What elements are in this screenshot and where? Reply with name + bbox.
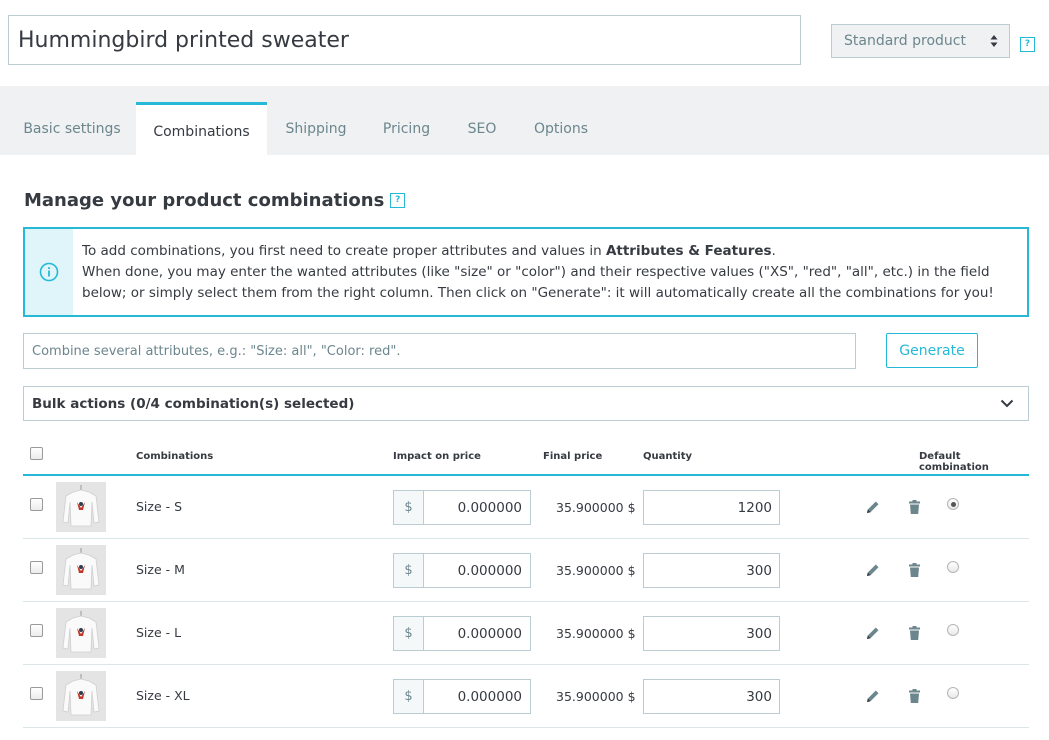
default-combination-radio[interactable] <box>947 687 959 699</box>
info-line1-suffix: . <box>771 243 776 259</box>
tab-options[interactable]: Options <box>516 102 606 155</box>
generate-button[interactable]: Generate <box>886 333 978 368</box>
combine-placeholder: Combine several attributes, e.g.: "Size:… <box>32 343 401 359</box>
bulk-actions-label: Bulk actions (0/4 combination(s) selecte… <box>32 395 355 412</box>
row-checkbox[interactable] <box>30 687 43 700</box>
quantity-input[interactable]: 300 <box>643 679 780 714</box>
table-row: Size - M $ 0.000000 35.900000 $ 300 <box>23 539 1029 602</box>
select-all-checkbox[interactable] <box>30 447 43 460</box>
info-alert: To add combinations, you first need to c… <box>23 227 1029 317</box>
info-line2: When done, you may enter the wanted attr… <box>82 264 994 301</box>
product-thumbnail <box>56 545 106 595</box>
final-price: 35.900000 $ <box>556 689 636 704</box>
tab-basic-settings[interactable]: Basic settings <box>8 102 136 155</box>
row-checkbox[interactable] <box>30 624 43 637</box>
impact-value: 0.000000 <box>457 625 522 642</box>
product-header: Hummingbird printed sweater Standard pro… <box>0 0 1049 86</box>
impact-value: 0.000000 <box>457 562 522 579</box>
impact-price-input[interactable]: $ 0.000000 <box>393 553 531 588</box>
info-icon <box>39 262 59 282</box>
quantity-input[interactable]: 300 <box>643 616 780 651</box>
trash-icon[interactable] <box>909 626 920 640</box>
table-header: Combinations Impact on price Final price… <box>23 438 1029 476</box>
tab-shipping[interactable]: Shipping <box>267 102 365 155</box>
product-type-value: Standard product <box>844 33 966 49</box>
section-help-icon[interactable]: ? <box>390 193 406 208</box>
currency-addon: $ <box>394 617 424 650</box>
product-thumbnail <box>56 608 106 658</box>
bulk-actions-toggle[interactable]: Bulk actions (0/4 combination(s) selecte… <box>23 386 1029 421</box>
default-combination-radio[interactable] <box>947 561 959 573</box>
quantity-input[interactable]: 300 <box>643 553 780 588</box>
table-row: Size - XL $ 0.000000 35.900000 $ 300 <box>23 665 1029 728</box>
tab-combinations[interactable]: Combinations <box>136 102 267 155</box>
header-combinations: Combinations <box>136 451 214 462</box>
default-combination-radio[interactable] <box>947 498 959 510</box>
table-row: Size - L $ 0.000000 35.900000 $ 300 <box>23 602 1029 665</box>
tab-pricing[interactable]: Pricing <box>365 102 448 155</box>
product-name-input[interactable]: Hummingbird printed sweater <box>8 15 801 65</box>
product-thumbnail <box>56 482 106 532</box>
impact-value: 0.000000 <box>457 688 522 705</box>
combine-attributes-input[interactable]: Combine several attributes, e.g.: "Size:… <box>23 333 856 369</box>
sweater-image <box>56 545 106 595</box>
product-thumbnail <box>56 671 106 721</box>
header-final-price: Final price <box>543 451 603 462</box>
header-quantity: Quantity <box>643 451 692 462</box>
tab-seo[interactable]: SEO <box>448 102 516 155</box>
impact-price-input[interactable]: $ 0.000000 <box>393 490 531 525</box>
trash-icon[interactable] <box>909 689 920 703</box>
final-price: 35.900000 $ <box>556 626 636 641</box>
header-default-combination: Default combination <box>919 451 989 473</box>
pencil-icon[interactable] <box>866 500 880 514</box>
tabs-bar: Basic settings Combinations Shipping Pri… <box>0 86 1049 155</box>
select-arrows-icon <box>990 35 998 47</box>
attributes-features-text: Attributes & Features <box>605 243 772 259</box>
info-message: To add combinations, you first need to c… <box>82 241 1017 304</box>
combination-name: Size - XL <box>136 688 190 703</box>
combination-name: Size - L <box>136 625 182 640</box>
info-line1-prefix: To add combinations, you first need to c… <box>82 243 606 259</box>
header-impact-on-price: Impact on price <box>393 451 481 462</box>
pencil-icon[interactable] <box>866 689 880 703</box>
trash-icon[interactable] <box>909 563 920 577</box>
sweater-image <box>56 671 106 721</box>
product-type-select[interactable]: Standard product <box>831 24 1010 58</box>
info-icon-column <box>25 229 73 315</box>
sweater-image <box>56 482 106 532</box>
final-price: 35.900000 $ <box>556 563 636 578</box>
combination-name: Size - S <box>136 499 183 514</box>
table-row: Size - S $ 0.000000 35.900000 $ 1200 <box>23 476 1029 539</box>
combination-name: Size - M <box>136 562 185 577</box>
section-title-text: Manage your product combinations <box>24 190 385 211</box>
currency-addon: $ <box>394 680 424 713</box>
impact-price-input[interactable]: $ 0.000000 <box>393 679 531 714</box>
row-checkbox[interactable] <box>30 498 43 511</box>
currency-addon: $ <box>394 554 424 587</box>
chevron-down-icon <box>1000 399 1014 408</box>
currency-addon: $ <box>394 491 424 524</box>
pencil-icon[interactable] <box>866 626 880 640</box>
trash-icon[interactable] <box>909 500 920 514</box>
impact-value: 0.000000 <box>457 499 522 516</box>
product-type-help-icon[interactable]: ? <box>1020 37 1035 52</box>
default-combination-radio[interactable] <box>947 624 959 636</box>
impact-price-input[interactable]: $ 0.000000 <box>393 616 531 651</box>
row-checkbox[interactable] <box>30 561 43 574</box>
sweater-image <box>56 608 106 658</box>
pencil-icon[interactable] <box>866 563 880 577</box>
final-price: 35.900000 $ <box>556 500 636 515</box>
section-title: Manage your product combinations ? <box>24 190 406 211</box>
quantity-input[interactable]: 1200 <box>643 490 780 525</box>
